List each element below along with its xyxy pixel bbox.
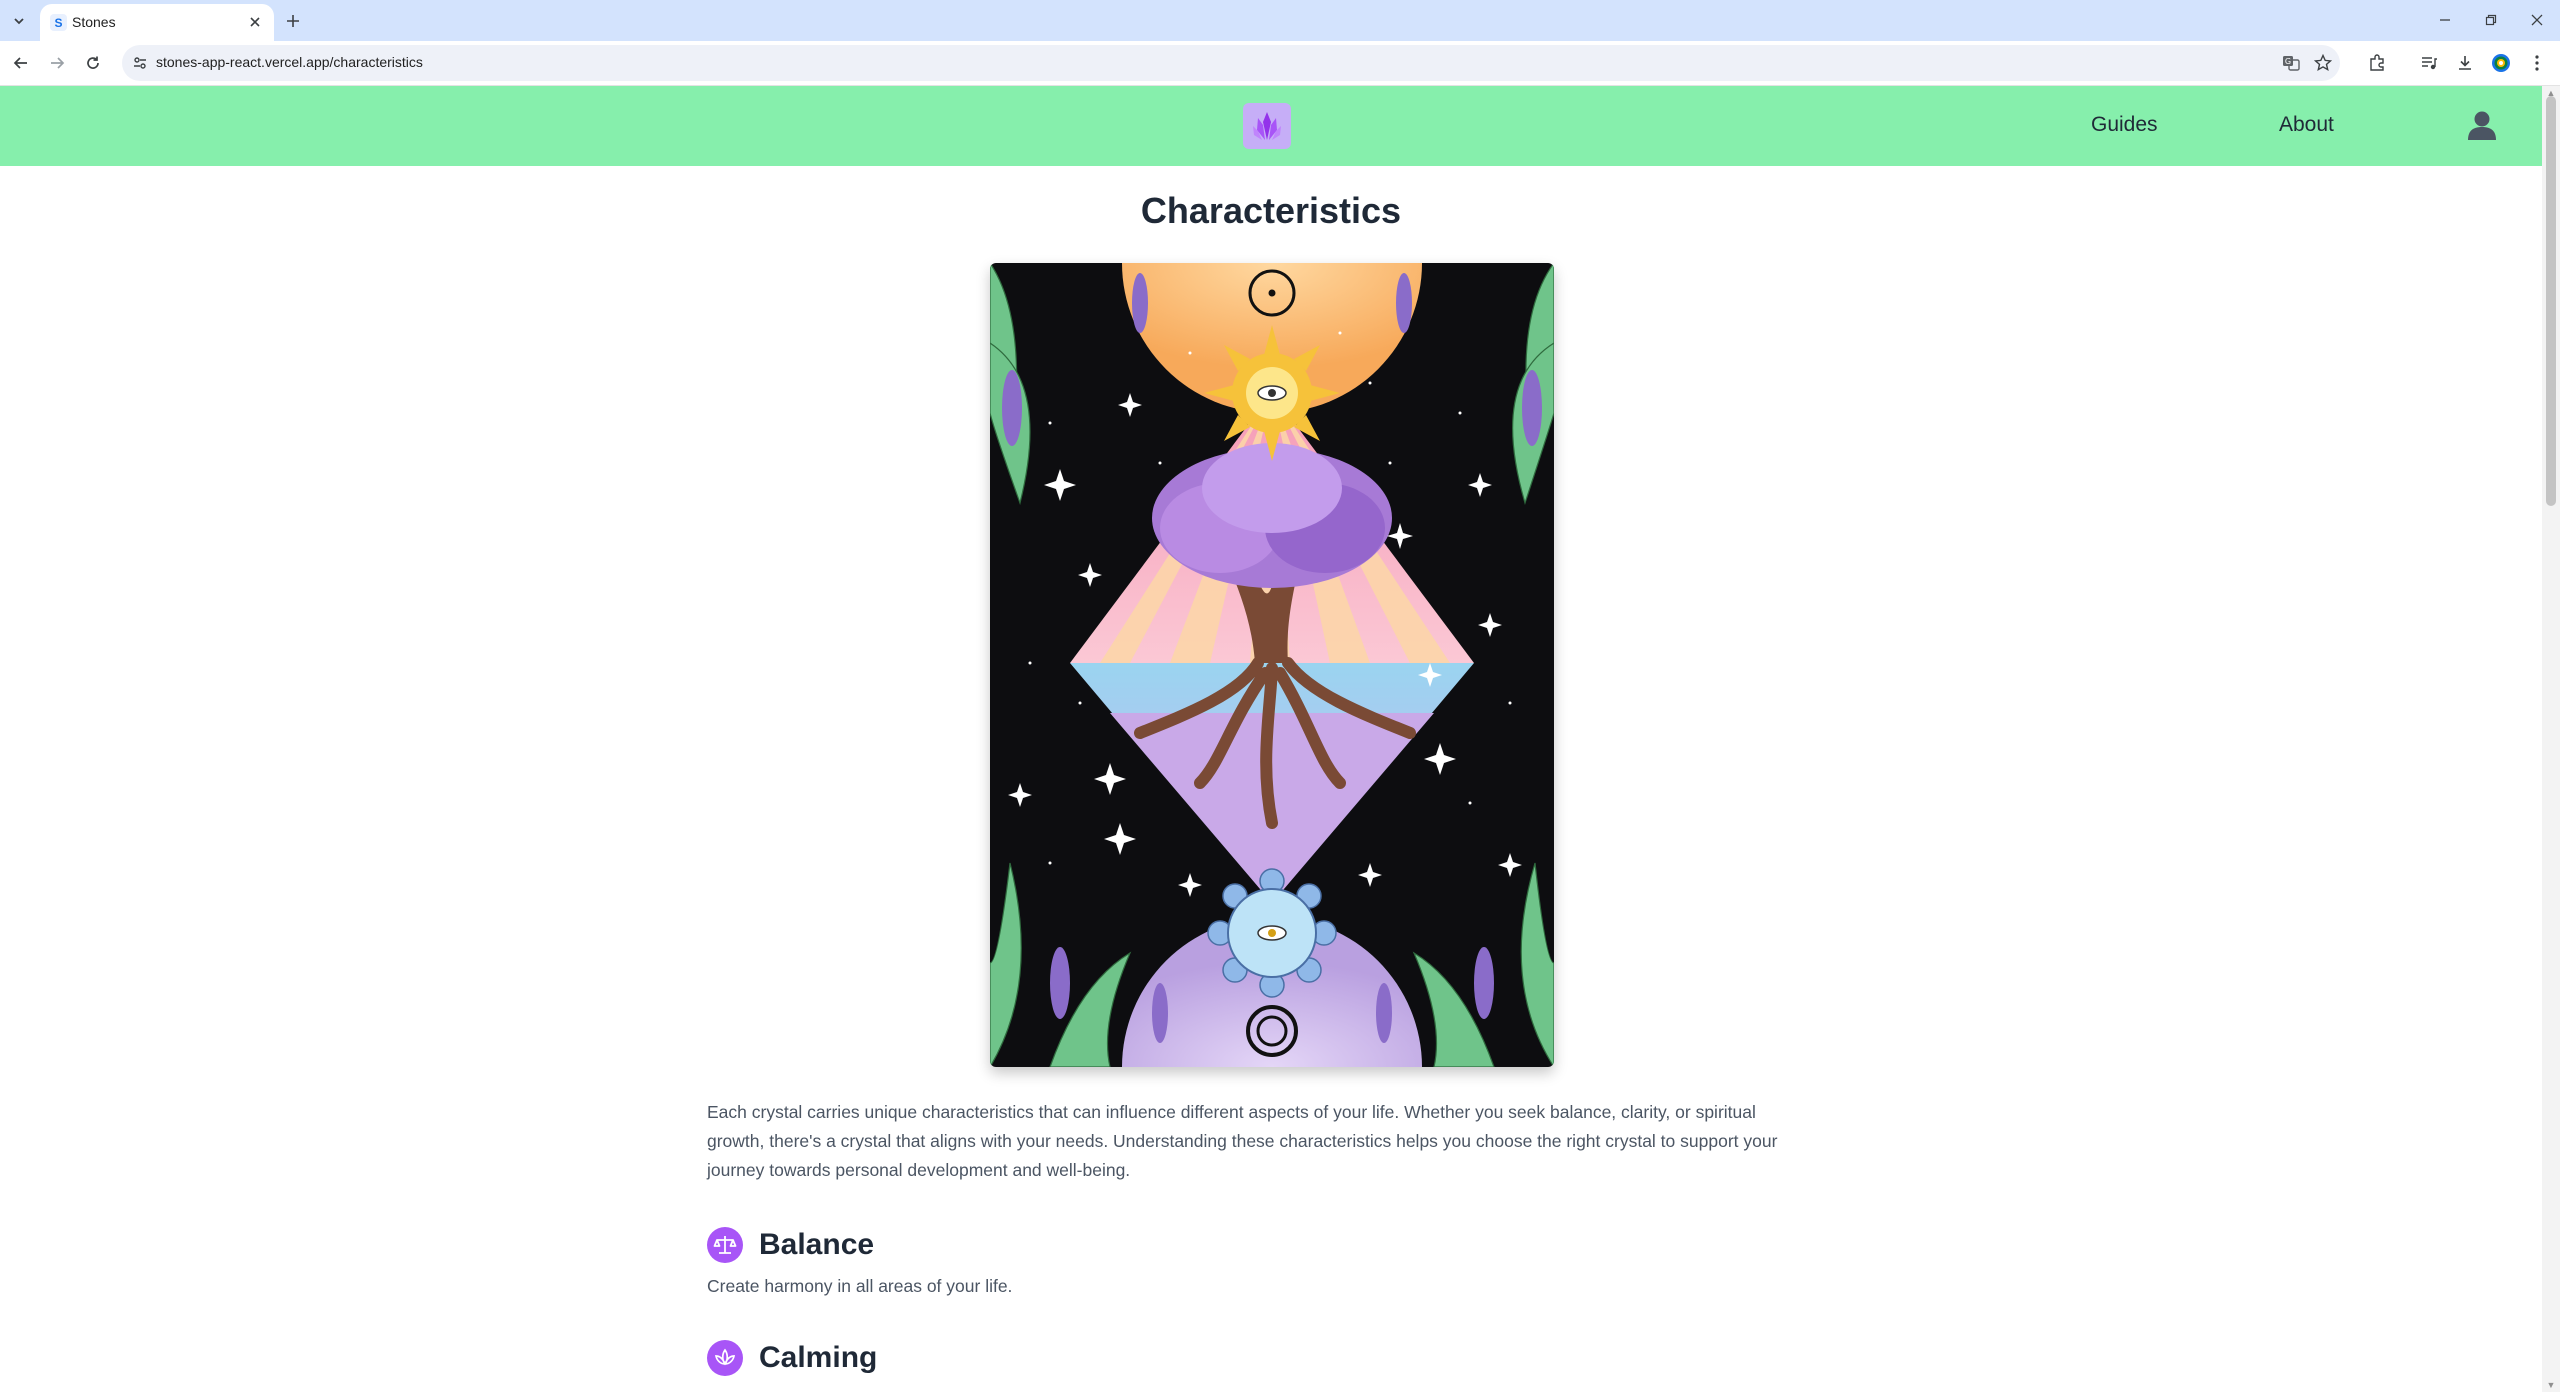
hero-illustration bbox=[990, 263, 1554, 1067]
url-text[interactable]: stones-app-react.vercel.app/characterist… bbox=[156, 54, 423, 70]
downloads-icon[interactable] bbox=[2452, 50, 2478, 76]
characteristic-description: Create harmony in all areas of your life… bbox=[707, 1276, 1013, 1296]
bookmark-star-icon[interactable] bbox=[2312, 52, 2334, 74]
intro-paragraph: Each crystal carries unique characterist… bbox=[707, 1102, 1778, 1180]
stones-favicon-icon: S bbox=[50, 14, 67, 31]
crystal-logo-icon[interactable] bbox=[1243, 103, 1291, 149]
browser-tab-strip: S Stones bbox=[0, 0, 2560, 41]
scroll-down-arrow-icon[interactable]: ▼ bbox=[2546, 1380, 2556, 1390]
site-info-icon[interactable] bbox=[130, 53, 150, 73]
characteristic-balance-heading[interactable]: Balance bbox=[707, 1227, 874, 1263]
svg-text:S: S bbox=[54, 16, 62, 30]
nav-about-link[interactable]: About bbox=[2279, 113, 2334, 137]
page-title: Characteristics bbox=[1140, 190, 1402, 231]
lotus-icon bbox=[707, 1340, 743, 1376]
minimize-icon[interactable] bbox=[2422, 6, 2468, 34]
tab-search-chevron-icon[interactable] bbox=[6, 8, 32, 34]
page-scrollbar[interactable]: ▲ ▼ bbox=[2542, 86, 2560, 1392]
media-controls-icon[interactable] bbox=[2416, 50, 2442, 76]
close-window-icon[interactable] bbox=[2514, 6, 2560, 34]
browser-tab[interactable]: S Stones bbox=[40, 4, 274, 41]
more-menu-icon[interactable] bbox=[2524, 50, 2550, 76]
app-header: Guides About bbox=[0, 86, 2542, 166]
tab-title: Stones bbox=[72, 14, 116, 30]
characteristic-calming-heading[interactable]: Calming bbox=[707, 1340, 877, 1376]
translate-icon[interactable]: G bbox=[2280, 52, 2302, 74]
back-arrow-icon[interactable] bbox=[8, 50, 34, 76]
characteristic-title: Calming bbox=[759, 1341, 878, 1374]
reload-icon[interactable] bbox=[80, 50, 106, 76]
page-viewport: Guides About Characteristics Each crysta… bbox=[0, 86, 2542, 1392]
user-account-icon[interactable] bbox=[2464, 106, 2500, 144]
scrollbar-thumb[interactable] bbox=[2546, 96, 2556, 506]
nav-guides-link[interactable]: Guides bbox=[2091, 113, 2158, 137]
browser-toolbar: stones-app-react.vercel.app/characterist… bbox=[0, 41, 2560, 86]
scales-icon bbox=[707, 1227, 743, 1263]
forward-arrow-icon[interactable] bbox=[44, 50, 70, 76]
profile-avatar-icon[interactable] bbox=[2488, 50, 2514, 76]
svg-text:G: G bbox=[2285, 57, 2291, 66]
restore-icon[interactable] bbox=[2468, 6, 2514, 34]
address-bar[interactable]: stones-app-react.vercel.app/characterist… bbox=[122, 45, 2340, 81]
characteristic-title: Balance bbox=[759, 1228, 875, 1261]
tab-close-icon[interactable] bbox=[246, 13, 264, 31]
new-tab-plus-icon[interactable] bbox=[280, 8, 306, 34]
extensions-puzzle-icon[interactable] bbox=[2364, 50, 2390, 76]
